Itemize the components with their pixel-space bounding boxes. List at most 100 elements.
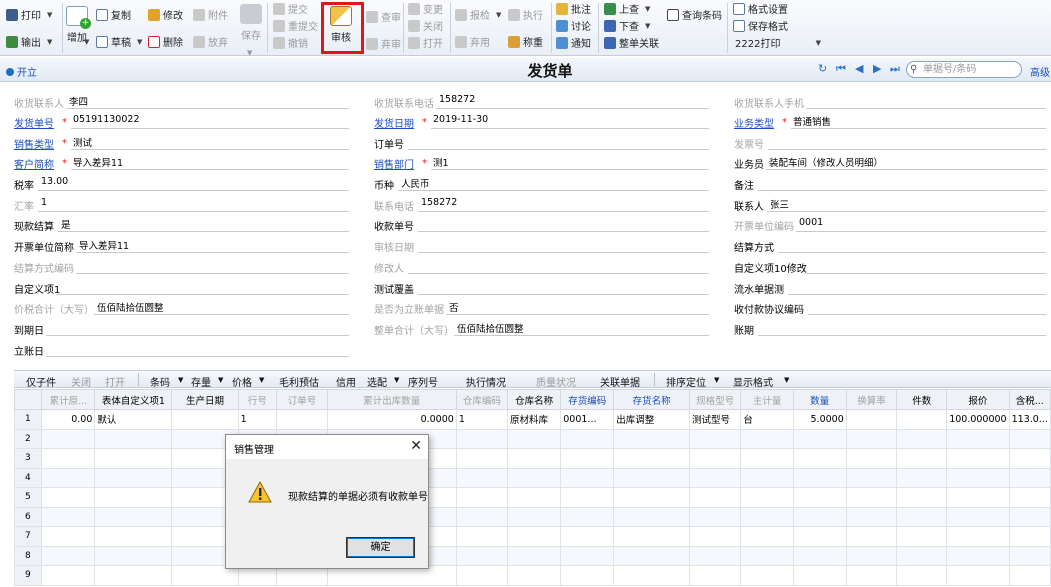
reverse-button[interactable]: 弃用: [455, 33, 490, 50]
table-cell[interactable]: [455, 487, 508, 508]
table-cell[interactable]: [613, 526, 690, 547]
table-cell[interactable]: 5.0000: [792, 409, 847, 430]
table-cell[interactable]: [613, 428, 690, 449]
table-cell[interactable]: [41, 487, 96, 508]
invunit-value[interactable]: 导入差异11: [79, 238, 129, 252]
table-cell[interactable]: [94, 526, 173, 547]
phone-value[interactable]: 158272: [439, 94, 475, 105]
stype-value[interactable]: 测试: [73, 135, 92, 149]
table-cell[interactable]: [845, 487, 898, 508]
attach-button[interactable]: 附件: [193, 6, 228, 23]
table-cell[interactable]: [560, 487, 615, 508]
table-cell[interactable]: [1008, 448, 1051, 469]
table-cell[interactable]: [41, 565, 96, 586]
grid-tool-open[interactable]: 打开: [105, 374, 125, 389]
search-input[interactable]: ⚲ 单据号/条码: [906, 61, 1022, 78]
wholetotal-value[interactable]: 伍佰陆拾伍圆整: [457, 321, 524, 335]
prev-record-icon[interactable]: ◀: [855, 62, 863, 75]
table-cell[interactable]: [94, 428, 173, 449]
contact-value[interactable]: 李四: [69, 94, 88, 108]
table-row[interactable]: 1 0.00 默认 1 0.0000 1 原材料库 0001... 出库调整 测试型号台 5.000…: [13, 409, 1051, 430]
dept-value[interactable]: 测1: [433, 155, 449, 169]
notify-button[interactable]: 通知: [556, 34, 591, 51]
refresh-icon[interactable]: ↻: [818, 62, 827, 75]
grid-col-orderno[interactable]: 订单号: [276, 389, 328, 410]
table-cell[interactable]: [560, 545, 615, 566]
grid-col-quote[interactable]: 报价: [946, 389, 1010, 410]
table-cell[interactable]: [792, 467, 847, 488]
print-button[interactable]: 打印 ▼: [6, 6, 52, 23]
table-cell[interactable]: [845, 428, 898, 449]
ok-button[interactable]: 确定: [346, 537, 415, 558]
person-value[interactable]: 张三: [770, 197, 789, 211]
grid-col-qty[interactable]: 数量: [792, 389, 847, 410]
dept-label[interactable]: 销售部门: [374, 156, 414, 171]
table-cell[interactable]: [455, 448, 508, 469]
table-cell[interactable]: [845, 506, 898, 527]
table-cell[interactable]: [896, 487, 948, 508]
grid-tool-credit[interactable]: 信用: [336, 374, 356, 389]
table-cell[interactable]: [896, 467, 948, 488]
table-cell[interactable]: [946, 526, 1010, 547]
grid-tool-serial[interactable]: 序列号: [408, 374, 438, 389]
total-value[interactable]: 伍佰陆拾伍圆整: [97, 300, 164, 314]
customer-label[interactable]: 客户简称: [14, 156, 54, 171]
table-cell[interactable]: [896, 565, 948, 586]
table-cell[interactable]: [740, 526, 794, 547]
grid-col-unit[interactable]: 主计量: [740, 389, 794, 410]
table-cell[interactable]: [41, 428, 96, 449]
table-cell[interactable]: [506, 467, 562, 488]
grid-col-pieces[interactable]: 件数: [896, 389, 948, 410]
btype-value[interactable]: 普通销售: [793, 114, 831, 128]
submit-button[interactable]: 提交: [273, 0, 308, 17]
save-format-button[interactable]: 保存格式: [733, 17, 788, 34]
table-cell[interactable]: [560, 565, 615, 586]
table-cell[interactable]: [41, 545, 96, 566]
table-cell[interactable]: [792, 526, 847, 547]
table-cell[interactable]: [896, 506, 948, 527]
invunitcode-value[interactable]: 0001: [799, 217, 823, 228]
table-cell[interactable]: [1008, 428, 1051, 449]
table-cell[interactable]: [740, 428, 794, 449]
grid-col-whname[interactable]: 仓库名称: [506, 389, 562, 410]
change-button[interactable]: 变更: [408, 0, 443, 17]
table-cell[interactable]: [946, 448, 1010, 469]
table-cell[interactable]: [560, 467, 615, 488]
btype-label[interactable]: 业务类型: [734, 115, 774, 130]
table-cell[interactable]: [506, 487, 562, 508]
table-cell[interactable]: [455, 467, 508, 488]
table-cell[interactable]: [94, 545, 173, 566]
table-row[interactable]: 6: [13, 506, 1051, 527]
table-cell[interactable]: [41, 448, 96, 469]
table-cell[interactable]: [455, 506, 508, 527]
draft-button[interactable]: 草稿 ▼: [96, 33, 142, 50]
table-cell[interactable]: [845, 448, 898, 469]
abandon-button[interactable]: 放弃: [193, 33, 228, 50]
delete-button[interactable]: 删除: [148, 33, 183, 50]
table-cell[interactable]: [560, 506, 615, 527]
grid-tool-stock[interactable]: 存量: [191, 374, 211, 389]
table-cell[interactable]: [845, 565, 898, 586]
grid-col-invname[interactable]: 存货名称: [613, 389, 690, 410]
table-cell[interactable]: [506, 448, 562, 469]
table-cell[interactable]: 0.00: [41, 409, 96, 430]
table-cell[interactable]: [688, 487, 742, 508]
next-query-button[interactable]: 下查 ▼: [604, 17, 650, 34]
table-cell[interactable]: [1008, 565, 1051, 586]
next-record-icon[interactable]: ▶: [873, 62, 881, 75]
reportcheck-button[interactable]: 报检 ▼: [455, 6, 501, 23]
table-row[interactable]: 4: [13, 467, 1051, 488]
no-value[interactable]: 05191130022: [73, 114, 140, 125]
link-button[interactable]: 整单关联: [604, 34, 659, 51]
table-cell[interactable]: [740, 506, 794, 527]
table-cell[interactable]: [94, 448, 173, 469]
discard-button[interactable]: 弃审: [366, 35, 401, 52]
table-cell[interactable]: [688, 448, 742, 469]
table-cell[interactable]: [845, 467, 898, 488]
grid-col-lineno[interactable]: 行号: [237, 389, 278, 410]
table-cell[interactable]: [1008, 506, 1051, 527]
currency-value[interactable]: 人民币: [401, 176, 430, 190]
table-cell[interactable]: [506, 565, 562, 586]
table-cell[interactable]: [613, 565, 690, 586]
isbill-value[interactable]: 否: [449, 300, 459, 314]
